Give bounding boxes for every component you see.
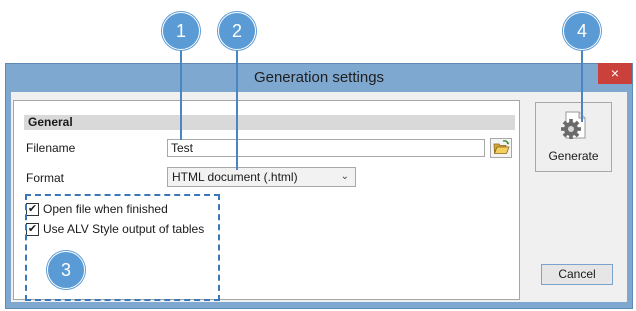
format-label: Format — [26, 171, 65, 185]
filename-label: Filename — [26, 141, 76, 155]
generate-button[interactable]: Generate — [535, 102, 612, 172]
close-button[interactable]: × — [598, 63, 632, 84]
format-select-value: HTML document (.html) — [172, 170, 298, 184]
callout-4-leader — [581, 48, 583, 122]
callout-1-leader — [180, 48, 182, 140]
browse-button[interactable] — [490, 138, 512, 158]
callout-2-badge: 2 — [218, 12, 256, 50]
chevron-down-icon: ⌄ — [340, 171, 349, 182]
callout-2-leader — [236, 48, 238, 170]
title-bar: Generation settings × — [6, 63, 632, 92]
close-icon: × — [610, 65, 620, 81]
cancel-button[interactable]: Cancel — [541, 264, 613, 285]
folder-open-icon — [493, 140, 510, 154]
callout-1-badge: 1 — [162, 12, 200, 50]
section-header-general: General — [24, 115, 515, 130]
dialog-title: Generation settings — [253, 69, 385, 86]
callout-4-badge: 4 — [563, 12, 601, 50]
callout-3-badge: 3 — [47, 251, 85, 289]
generate-label: Generate — [548, 149, 599, 163]
format-select[interactable]: HTML document (.html) ⌄ — [167, 167, 356, 187]
filename-input[interactable]: Test — [167, 139, 485, 157]
document-gear-icon — [561, 111, 586, 139]
